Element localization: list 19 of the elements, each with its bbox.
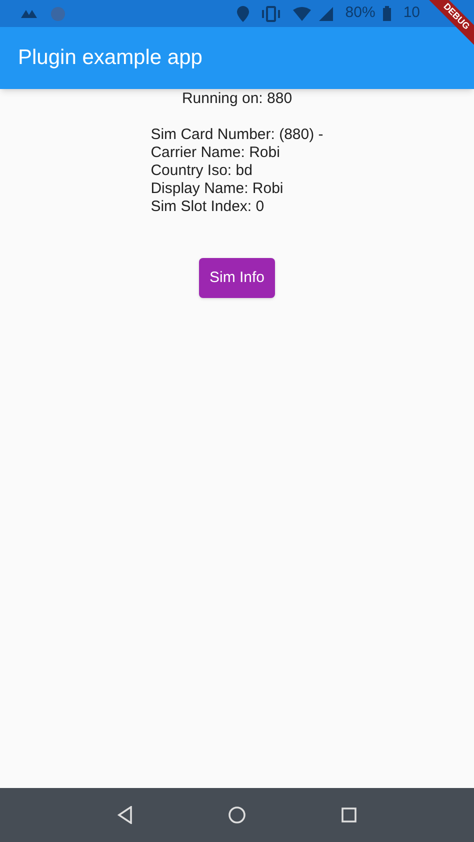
vibrate-icon (261, 6, 282, 22)
battery-icon (383, 6, 392, 21)
clock: 10 (403, 3, 420, 24)
location-icon (237, 6, 250, 22)
sim-info-line: Sim Slot Index: 0 (150, 198, 266, 216)
recents-icon[interactable] (340, 807, 357, 823)
back-icon[interactable] (117, 806, 134, 824)
app-title: Plugin example app (18, 45, 202, 72)
home-icon[interactable] (228, 806, 246, 824)
sim-info-line: Country Iso: bd (150, 162, 254, 180)
battery-percentage: 80% (345, 3, 376, 24)
circle-icon (50, 6, 66, 22)
sim-info-button[interactable]: Sim Info (199, 258, 275, 298)
sim-info-line: Display Name: Robi (150, 180, 284, 198)
wifi-icon (293, 6, 312, 20)
signal-icon (319, 6, 334, 20)
sim-info-line: Sim Card Number: (880) - (150, 126, 324, 144)
running-on-text: Running on: 880 (182, 90, 292, 108)
sim-info-line: Carrier Name: Robi (150, 144, 281, 162)
